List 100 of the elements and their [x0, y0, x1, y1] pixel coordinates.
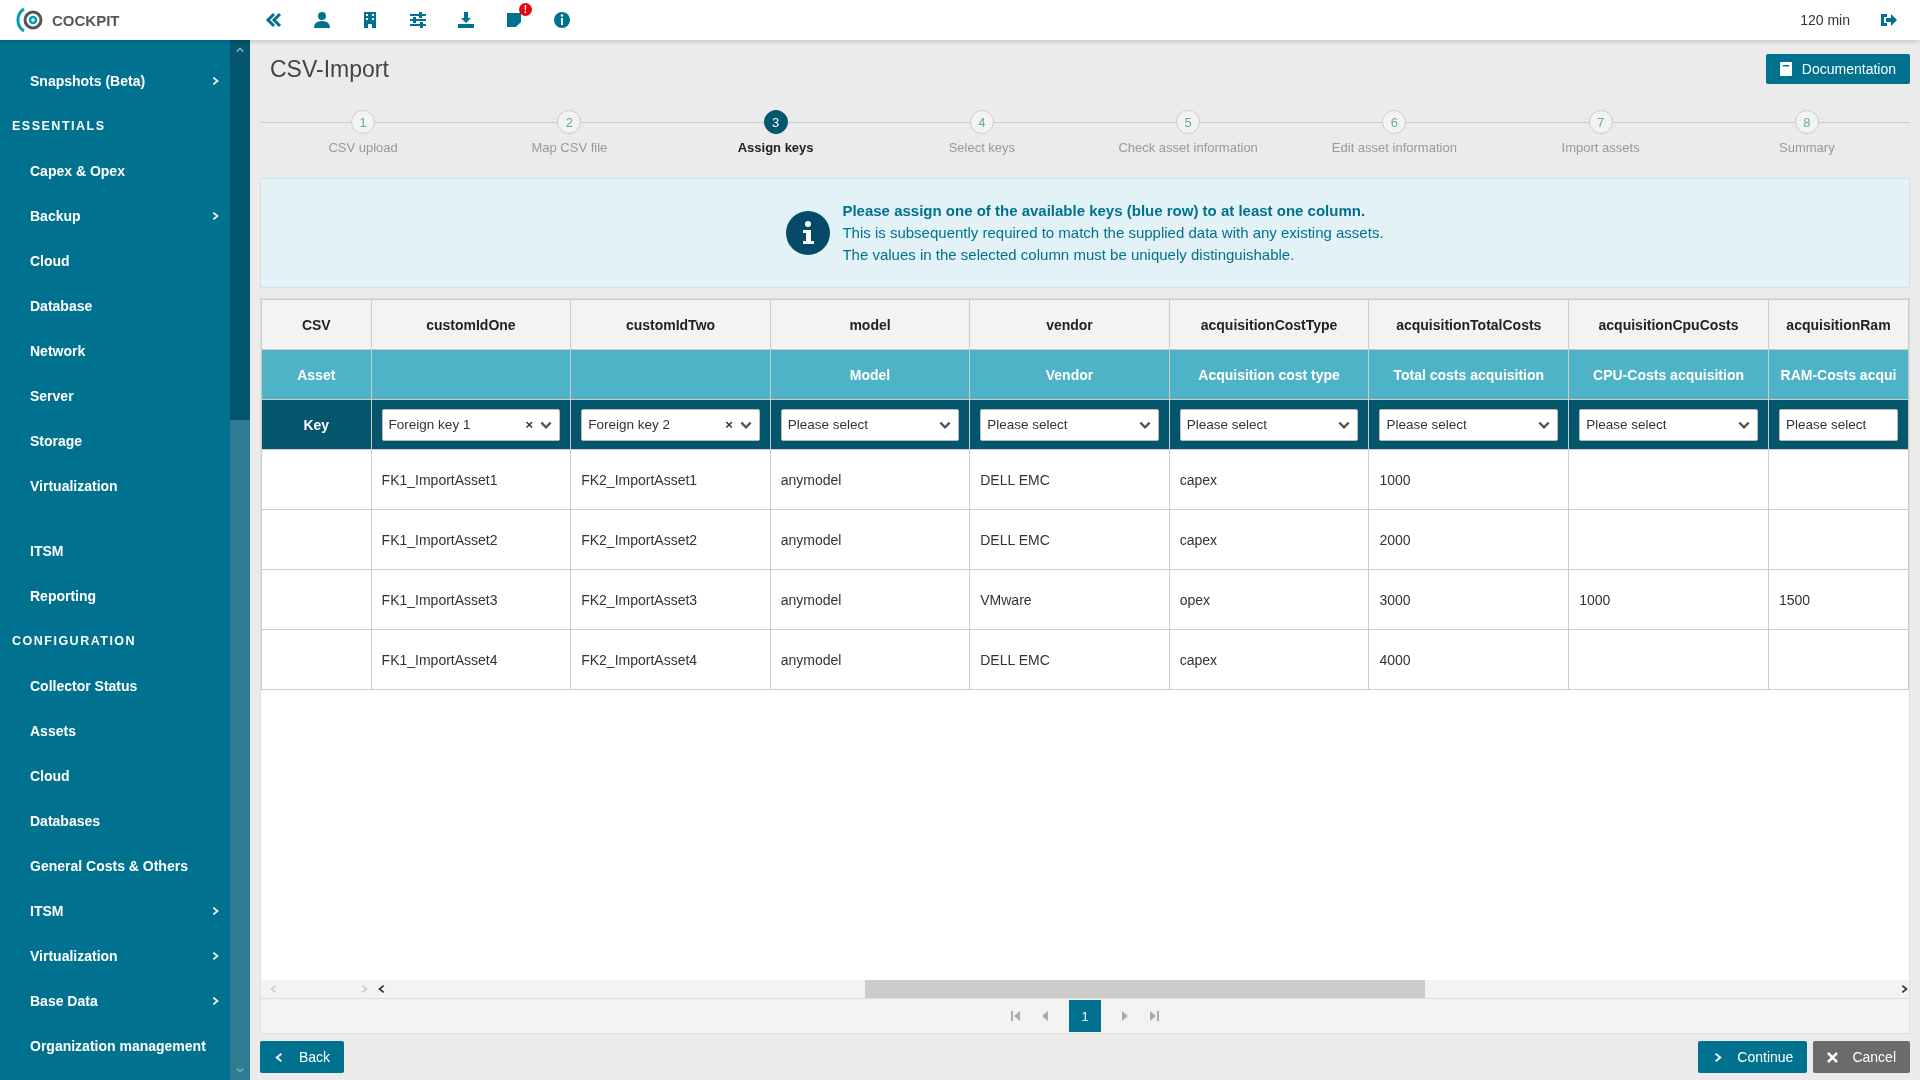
sidebar-item[interactable]: Databases: [0, 798, 230, 843]
table-cell: VMware: [969, 569, 1170, 630]
info-text: The values in the selected column must be uniquely distinguishable.: [842, 245, 1296, 265]
step-label[interactable]: Assign keys: [737, 140, 814, 155]
table-cell: 1000: [1368, 449, 1569, 510]
info-heading: Please assign one of the available keys (blue row) to at least one column.: [842, 201, 1367, 221]
sidebar-item[interactable]: General Costs & Others: [0, 843, 230, 888]
continue-button[interactable]: Continue: [1698, 1041, 1808, 1073]
back-button[interactable]: Back: [260, 1041, 345, 1073]
building-icon[interactable]: [361, 11, 379, 29]
table-cell: capex: [1169, 629, 1369, 690]
row-header: CSV: [261, 299, 372, 350]
sidebar-scrollbar[interactable]: [230, 40, 250, 1080]
scroll-down-icon: [235, 1065, 245, 1075]
sidebar-item[interactable]: Cloud: [0, 238, 230, 283]
sidebar-item[interactable]: Base Data: [0, 978, 230, 1023]
first-page-icon[interactable]: [1011, 1011, 1021, 1021]
sidebar-item[interactable]: Network: [0, 328, 230, 373]
table-cell: DELL EMC: [969, 629, 1170, 690]
page-button[interactable]: 1: [1069, 1000, 1101, 1032]
asset-field-header: RAM-Costs acqui: [1768, 349, 1909, 400]
sidebar-item[interactable]: Assets: [0, 708, 230, 753]
column-header: model: [770, 299, 970, 350]
sidebar-item[interactable]: Capex & Opex: [0, 148, 230, 193]
key-select[interactable]: Foreign key 2 ×: [581, 408, 760, 441]
step-number[interactable]: 3: [763, 110, 788, 134]
sidebar-section: ESSENTIALS: [0, 103, 230, 148]
info-icon[interactable]: [553, 11, 571, 29]
column-header: customIdTwo: [570, 299, 771, 350]
info-text: This is subsequently required to match the supplied data with any existing assets.: [842, 223, 1384, 243]
sidebar-item[interactable]: ITSM: [0, 528, 230, 573]
sidebar-item[interactable]: Cloud: [0, 753, 230, 798]
key-select[interactable]: Please select: [780, 408, 960, 441]
column-header: acquisitionTotalCosts: [1368, 299, 1569, 350]
horizontal-scrollbar[interactable]: [261, 980, 1909, 998]
table-cell: capex: [1169, 509, 1369, 570]
table-cell: anymodel: [770, 629, 970, 690]
table-cell: FK1_ImportAsset3: [371, 569, 571, 630]
sidebar-item[interactable]: Virtualization: [0, 463, 230, 508]
clear-icon[interactable]: ×: [725, 417, 733, 432]
logo-text: COCKPIT: [52, 11, 120, 29]
sidebar-item[interactable]: Snapshots (Beta): [0, 58, 230, 103]
scroll-left-icon: [269, 984, 279, 994]
table-cell: anymodel: [770, 449, 970, 510]
scroll-left-icon: [377, 984, 387, 994]
last-page-icon[interactable]: [1149, 1011, 1159, 1021]
table-cell: opex: [1169, 569, 1369, 630]
sidebar-item[interactable]: Database: [0, 283, 230, 328]
column-header: acquisitionCpuCosts: [1568, 299, 1769, 350]
row-header: Asset: [261, 349, 372, 400]
column-header: acquisitionCostType: [1169, 299, 1369, 350]
asset-field-header: Model: [770, 349, 970, 400]
scroll-up-icon[interactable]: [235, 45, 245, 55]
sidebar-item[interactable]: Virtualization: [0, 933, 230, 978]
user-icon[interactable]: [313, 11, 331, 29]
sidebar-item[interactable]: Storage: [0, 418, 230, 463]
table-cell: 4000: [1368, 629, 1569, 690]
asset-field-header: CPU-Costs acquisition: [1568, 349, 1769, 400]
documentation-button[interactable]: Documentation: [1765, 54, 1910, 84]
table-cell: FK1_ImportAsset4: [371, 629, 571, 690]
sidebar-item[interactable]: Server: [0, 373, 230, 418]
table-cell: 3000: [1368, 569, 1569, 630]
table-cell: capex: [1169, 449, 1369, 510]
notes-icon[interactable]: [505, 11, 523, 29]
document-icon: [1779, 62, 1792, 76]
key-select[interactable]: Please select: [1379, 408, 1559, 441]
table-cell: DELL EMC: [969, 509, 1170, 570]
key-select[interactable]: Please select: [1179, 408, 1359, 441]
sidebar-item[interactable]: ITSM: [0, 888, 230, 933]
sliders-icon[interactable]: [409, 11, 427, 29]
key-select[interactable]: Foreign key 1 ×: [381, 408, 561, 441]
notification-badge: !: [519, 3, 532, 16]
key-select[interactable]: Please select: [1579, 408, 1758, 441]
close-icon: [1827, 1051, 1839, 1063]
previous-page-icon[interactable]: [1041, 1011, 1049, 1021]
sidebar-item[interactable]: Reporting: [0, 573, 230, 618]
scroll-down-button[interactable]: [230, 1060, 250, 1080]
asset-field-header: Vendor: [969, 349, 1170, 400]
scroll-right-icon: [359, 984, 369, 994]
sidebar-item[interactable]: Organization management: [0, 1023, 230, 1068]
column-header: acquisitionRam: [1768, 299, 1909, 350]
scrollbar-thumb[interactable]: [230, 420, 250, 1060]
sidebar-section: CONFIGURATION: [0, 618, 230, 663]
download-icon[interactable]: [457, 11, 475, 29]
clear-icon[interactable]: ×: [525, 417, 534, 432]
cancel-button[interactable]: Cancel: [1813, 1041, 1910, 1073]
sidebar-item[interactable]: Backup: [0, 193, 230, 238]
key-select[interactable]: Please select: [1778, 408, 1898, 441]
table-cell: FK1_ImportAsset1: [371, 449, 571, 510]
key-select[interactable]: Please select: [980, 408, 1159, 441]
logout-icon[interactable]: [1880, 12, 1898, 28]
info-icon: [786, 211, 831, 255]
table-cell: FK2_ImportAsset4: [570, 629, 771, 690]
row-header: Key: [261, 399, 372, 450]
next-page-icon[interactable]: [1121, 1011, 1129, 1021]
collapse-icon[interactable]: [265, 11, 283, 29]
sidebar-item[interactable]: Collector Status: [0, 663, 230, 708]
session-timer: 120 min: [1800, 12, 1850, 28]
page-title: CSV-Import: [270, 55, 389, 83]
table-cell: FK2_ImportAsset2: [570, 509, 771, 570]
